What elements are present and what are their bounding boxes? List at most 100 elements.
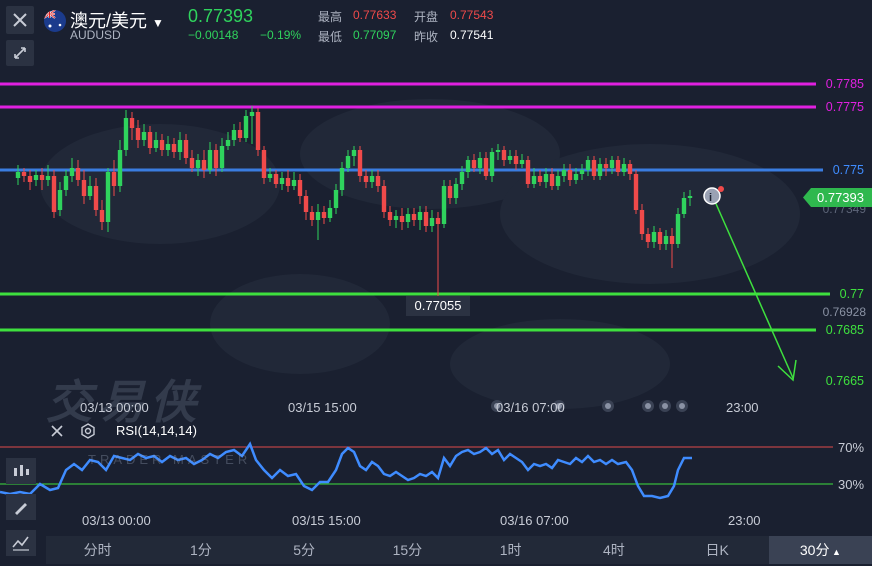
candle-body (429, 218, 435, 226)
candle-body (627, 164, 633, 174)
candle-body (249, 112, 255, 116)
candles-group (15, 106, 693, 282)
candle-body (645, 234, 651, 242)
line-chart-icon (12, 536, 29, 551)
candle-body (435, 218, 441, 224)
candle-body (51, 176, 57, 212)
candle-body (87, 186, 93, 196)
candle-body (177, 140, 183, 152)
rsi-lower-label: 30% (838, 477, 865, 492)
candle-body (15, 172, 21, 178)
candle-body (309, 212, 315, 220)
candle-body (63, 176, 69, 190)
candle-body (423, 212, 429, 226)
chart-type-button[interactable] (6, 530, 36, 556)
candlestick-chart[interactable]: i (0, 0, 872, 564)
candle-body (105, 172, 111, 222)
candle-body (513, 156, 519, 164)
candle-body (153, 140, 159, 148)
candle-body (207, 150, 213, 170)
tab-4h[interactable]: 4时 (562, 536, 665, 564)
candle-body (687, 196, 693, 198)
candle-body (39, 175, 45, 180)
draw-tool-button[interactable] (6, 494, 36, 520)
candle-body (639, 210, 645, 234)
level-tag-1: 0.7785 (815, 76, 872, 93)
candle-body (261, 150, 267, 178)
candle-body (147, 132, 153, 148)
candle-body (657, 232, 663, 244)
candle-body (543, 174, 549, 182)
candle-body (561, 170, 567, 176)
candle-body (447, 186, 453, 198)
rsi-close-button[interactable] (50, 424, 64, 443)
tab-1h[interactable]: 1时 (459, 536, 562, 564)
low-price-callout: 0.77055 (406, 296, 470, 316)
candle-body (123, 118, 129, 150)
chevron-down-icon[interactable]: ▼ (152, 16, 164, 30)
candle-body (75, 168, 81, 180)
candle-body (621, 164, 627, 172)
candle-body (591, 160, 597, 176)
candle-body (465, 160, 471, 172)
tab-5m[interactable]: 5分 (253, 536, 356, 564)
candle-body (267, 174, 273, 178)
candle-body (567, 170, 573, 180)
candle-body (459, 172, 465, 184)
prev-close-value: 0.77541 (450, 28, 494, 42)
candle-body (33, 175, 39, 180)
candle-body (555, 176, 561, 186)
tab-1m[interactable]: 1分 (149, 536, 252, 564)
tab-15m[interactable]: 15分 (356, 536, 459, 564)
candle-body (243, 116, 249, 138)
close-button[interactable] (6, 6, 34, 34)
candle-body (195, 160, 201, 168)
candle-body (351, 150, 357, 156)
tab-daily[interactable]: 日K (666, 536, 769, 564)
high-value: 0.77633 (353, 8, 397, 22)
candle-body (111, 172, 117, 186)
candle-body (357, 150, 363, 176)
candle-body (507, 156, 513, 160)
settings-icon (81, 423, 95, 439)
indicator-tool-button[interactable] (6, 458, 36, 484)
candle-body (27, 176, 33, 182)
caret-up-icon: ▲ (829, 547, 841, 557)
rsi-upper-label: 70% (838, 440, 865, 455)
pencil-icon (15, 503, 27, 515)
candle-body (603, 164, 609, 168)
candle-body (669, 236, 675, 244)
candle-body (57, 190, 63, 210)
open-label: 开盘 (414, 10, 439, 24)
candle-body (537, 176, 543, 182)
price-change: −0.00148 (188, 28, 239, 42)
candle-body (69, 168, 75, 176)
candle-body (255, 112, 261, 150)
rsi-settings-button[interactable] (80, 423, 96, 444)
time-label-4: 23:00 (726, 400, 759, 415)
fullscreen-button[interactable] (6, 40, 34, 66)
candle-body (675, 214, 681, 244)
candle-body (549, 174, 555, 186)
candle-body (345, 156, 351, 168)
candle-body (135, 128, 141, 140)
candle-body (183, 140, 189, 158)
svg-text:i: i (709, 192, 712, 204)
candle-body (363, 176, 369, 182)
candle-body (201, 160, 207, 170)
candle-body (99, 210, 105, 222)
candle-body (681, 198, 687, 214)
candle-body (213, 150, 219, 168)
low-label: 最低 (318, 30, 343, 44)
current-price-tag: 0.77393 (803, 188, 872, 207)
close-icon (13, 13, 27, 27)
candle-body (477, 158, 483, 168)
candle-body (45, 176, 51, 180)
tab-tick[interactable]: 分时 (46, 536, 149, 564)
level-tag-5: 0.7685 (815, 322, 872, 339)
candle-body (219, 146, 225, 168)
level-tag-4: 0.77 (829, 286, 872, 303)
tab-30m[interactable]: 30分 ▲ (768, 536, 872, 564)
candle-body (231, 130, 237, 140)
rsi-time-label-2: 03/15 15:00 (292, 513, 361, 528)
